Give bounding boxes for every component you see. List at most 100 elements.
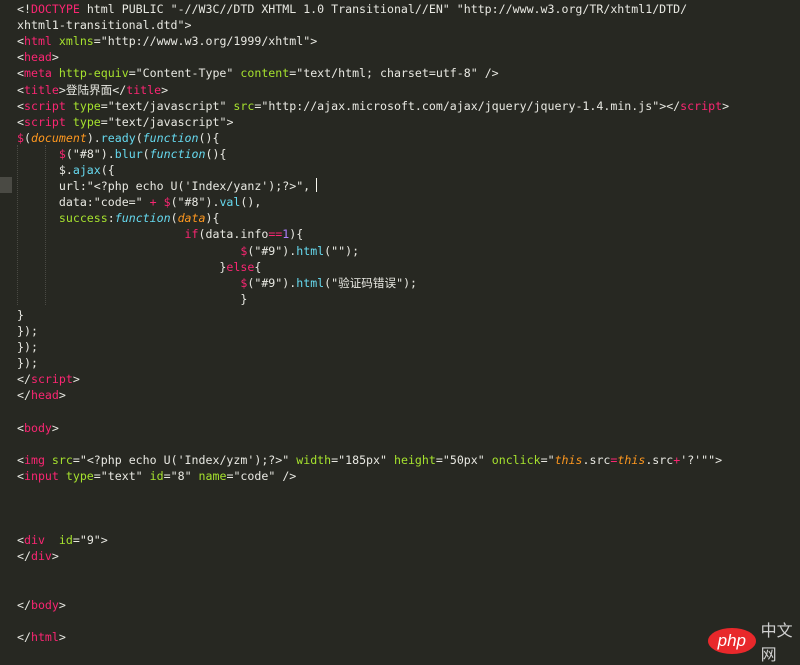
code-token: $ [17,130,24,145]
code-token: > [51,549,59,564]
code-token: .src [582,452,611,467]
code-line: }); [17,355,38,371]
code-token: ){ [289,227,304,242]
code-token: : [107,211,115,226]
code-token: ("#9"). [247,275,297,290]
code-token: /> [275,468,297,483]
code-token: </ [17,629,31,644]
code-token: } [17,307,24,322]
code-token: = [100,114,108,129]
code-token: (){ [198,130,220,145]
code-token: "http://ajax.microsoft.com/ajax/jquery/j… [261,98,660,113]
code-token: + [149,195,157,210]
code-token: url:"<?php echo U('Index/yanz');?>", [17,179,311,194]
code-token: (data.info [198,227,269,242]
code-token: < [17,66,24,81]
code-token: > [100,533,108,548]
code-line: }); [17,339,38,355]
code-token: width [289,452,332,467]
code-token: "<?php echo U('Index/yzm');?>" [79,452,290,467]
code-token: this [617,452,646,467]
code-token: script [23,114,66,129]
code-token: >登陆界面</ [58,82,127,97]
code-token: http-equiv [51,66,129,81]
code-token: ( [142,146,150,161]
code-token: input [23,468,59,483]
code-token: success [58,211,108,226]
code-token: html [296,243,325,258]
code-token: { [254,259,262,274]
code-token: "code" [233,468,276,483]
code-line: $.ajax({ [17,162,115,178]
code-token: type [65,114,101,129]
code-line: }else{ [17,259,261,275]
code-token: body [30,597,59,612]
code-token: "text/html; charset=utf-8" [296,66,478,81]
code-line: <html xmlns="http://www.w3.org/1999/xhtm… [17,33,317,49]
code-token: div [30,549,52,564]
code-token: <! [17,2,31,16]
code-token: = [93,34,101,49]
code-line: url:"<?php echo U('Index/yanz');?>", [17,178,310,194]
code-line: $("#9").html("验证码错误"); [17,275,417,291]
code-token: }); [17,356,38,371]
code-token: function [114,211,171,226]
code-token: .src [645,452,674,467]
code-token: = [100,98,108,113]
code-token: (){ [205,146,227,161]
code-token: < [17,34,24,49]
code-token: > [226,114,234,129]
code-token: content [233,66,290,81]
code-line: </script> [17,371,80,387]
code-token: function [149,146,206,161]
code-token: ("#8"). [65,146,115,161]
code-line: <meta http-equiv="Content-Type" content=… [17,65,499,81]
code-token: "8" [170,468,192,483]
code-line: if(data.info==1){ [17,226,304,242]
code-token: ( [170,211,178,226]
code-line: } [17,291,247,307]
code-token: (), [240,195,262,210]
code-token: "185px" [338,452,387,467]
code-token: </ [17,549,31,564]
code-token: = [163,468,171,483]
code-token: xmlns [51,34,94,49]
code-token: html [30,629,59,644]
code-token: ("验证码错误"); [324,275,418,290]
code-token: blur [114,146,143,161]
code-token: function [142,130,199,145]
code-line: $("#9").html(""); [17,243,359,259]
code-token: id [44,533,73,548]
code-token: ( [135,130,143,145]
code-token: body [23,420,52,435]
code-token: title [126,82,162,97]
code-line: $("#8").blur(function(){ [17,146,227,162]
code-token: data [177,211,206,226]
code-line: </head> [17,387,66,403]
code-line: <body> [17,420,59,436]
code-editor[interactable]: <!DOCTYPE html PUBLIC "-//W3C//DTD XHTML… [0,0,800,661]
code-token: }); [17,340,38,355]
code-token: src [44,452,73,467]
code-token: < [17,50,24,65]
code-line: </body> [17,597,66,613]
code-line: </html> [17,629,66,645]
watermark-logo: php [708,628,756,654]
code-line: <script type="text/javascript"> [17,114,233,130]
watermark: php 中文网 [708,621,800,664]
code-token: </ [17,372,31,387]
code-token: ){ [205,211,220,226]
code-token: DOCTYPE [30,2,80,16]
code-token: img [23,452,45,467]
code-line: <title>登陆界面</title> [17,82,168,98]
code-token: xhtml1-transitional.dtd"> [17,18,192,33]
code-line: $(document).ready(function(){ [17,130,219,146]
code-token: ( [23,130,31,145]
code-token: head [23,50,52,65]
code-token: = [128,66,136,81]
code-token: $ [163,195,171,210]
code-token: meta [23,66,52,81]
